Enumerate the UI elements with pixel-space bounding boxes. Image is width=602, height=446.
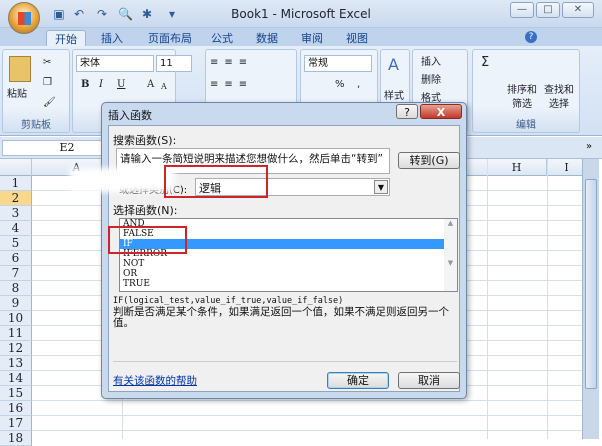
font-size-select[interactable]: 11 [156,55,192,72]
editing-label: 编辑 [516,120,536,131]
smudge-overlay [70,168,175,192]
percent-button[interactable]: % [335,78,345,92]
row-header[interactable]: 8 [0,281,32,296]
row-header[interactable]: 17 [0,416,32,431]
clipboard-label: 剪贴板 [21,120,51,131]
row-header[interactable]: 1 [0,176,32,191]
ok-button[interactable]: 确定 [327,372,389,389]
help-icon[interactable]: ? [525,31,537,43]
dialog-title: 插入函数 [108,109,152,122]
row-header[interactable]: 9 [0,296,32,311]
cut-icon[interactable]: ✂ [43,56,51,70]
function-label: 选择函数(N): [113,204,178,217]
row-header[interactable]: 15 [0,386,32,401]
find-select-button[interactable]: 查找和选择 [541,84,577,112]
row-header[interactable]: 16 [0,401,32,416]
bold-button[interactable]: B [81,78,89,92]
chevron-down-icon[interactable]: ▼ [374,180,388,194]
list-scrollbar[interactable]: ▲ ▼ [444,219,457,291]
grow-font-button[interactable]: A [147,78,154,92]
number-format-select[interactable]: 常规 [304,55,372,72]
maximize-button[interactable]: □ [536,2,560,18]
tab-page-layout[interactable]: 页面布局 [140,30,200,47]
minimize-button[interactable]: — [510,2,534,18]
column-header-h[interactable]: H [487,159,547,176]
tab-view[interactable]: 视图 [338,30,376,47]
function-description: 判断是否满足某个条件，如果满足返回一个值，如果不满足则返回另一个值。 [113,306,449,329]
underline-button[interactable]: U [117,78,125,92]
row-header[interactable]: 14 [0,371,32,386]
function-signature: IF(logical_test,value_if_true,value_if_f… [113,296,344,306]
row-header[interactable]: 3 [0,206,32,221]
scroll-thumb[interactable] [585,179,597,389]
editing-group: Σ 排序和筛选 查找和选择 编辑 [472,49,580,133]
autosum-button[interactable]: Σ [481,56,489,70]
format-painter-icon[interactable]: 🖌 [43,96,56,110]
comma-button[interactable]: , [357,78,360,92]
row-header[interactable]: 12 [0,341,32,356]
paste-button[interactable]: 粘贴 [7,88,27,102]
select-all-corner[interactable] [0,159,32,176]
close-button[interactable]: ✕ [562,2,594,18]
dialog-help-button[interactable]: ? [396,104,418,119]
row-header[interactable]: 2 [0,191,32,206]
row-header[interactable]: 6 [0,251,32,266]
row-header[interactable]: 4 [0,221,32,236]
tab-formulas[interactable]: 公式 [203,30,241,47]
vertical-scrollbar[interactable] [582,159,599,439]
styles-icon[interactable]: A [388,57,399,73]
tab-data[interactable]: 数据 [248,30,286,47]
paste-icon[interactable] [9,56,31,82]
go-button[interactable]: 转到(G) [398,152,460,169]
column-header-i[interactable]: I [547,159,587,176]
highlight-category-box [164,165,268,198]
sort-filter-button[interactable]: 排序和筛选 [505,84,539,112]
search-label: 搜索函数(S): [113,134,177,147]
tab-insert[interactable]: 插入 [93,30,131,47]
italic-button[interactable]: I [99,78,103,92]
vertical-align-icons[interactable]: ≡≡≡ [210,56,253,70]
row-header[interactable]: 13 [0,356,32,371]
cancel-button[interactable]: 取消 [398,372,460,389]
help-link[interactable]: 有关该函数的帮助 [113,373,197,388]
list-item[interactable]: OR [120,269,457,279]
horizontal-align-icons[interactable]: ≡≡≡ [210,78,253,92]
expand-formula-bar-icon[interactable]: » [586,141,592,152]
row-header[interactable]: 10 [0,311,32,326]
copy-icon[interactable]: ❐ [43,76,52,90]
dialog-close-button[interactable]: X [420,104,462,119]
tab-home[interactable]: 开始 [46,30,86,47]
office-button[interactable] [8,2,40,34]
highlight-if-box [108,226,187,254]
list-item[interactable]: NOT [120,259,457,269]
ribbon-tabs: 开始 插入 页面布局 公式 数据 审阅 视图 ? [0,28,602,47]
row-header[interactable]: 11 [0,326,32,341]
title-bar: ▣ ↶ ↷ 🔍 ✱ ▾ Book1 - Microsoft Excel — □ … [0,0,602,28]
row-header[interactable]: 7 [0,266,32,281]
delete-cells-button[interactable]: 删除 [421,74,441,88]
clipboard-group: 粘贴 ✂ ❐ 🖌 剪贴板 [2,49,70,133]
shrink-font-button[interactable]: A [161,80,167,94]
insert-cells-button[interactable]: 插入 [421,56,441,70]
row-header[interactable]: 5 [0,236,32,251]
list-item[interactable]: TRUE [120,279,457,289]
office-logo-icon [18,12,31,25]
tab-review[interactable]: 审阅 [293,30,331,47]
font-name-select[interactable]: 宋体 [76,55,154,72]
